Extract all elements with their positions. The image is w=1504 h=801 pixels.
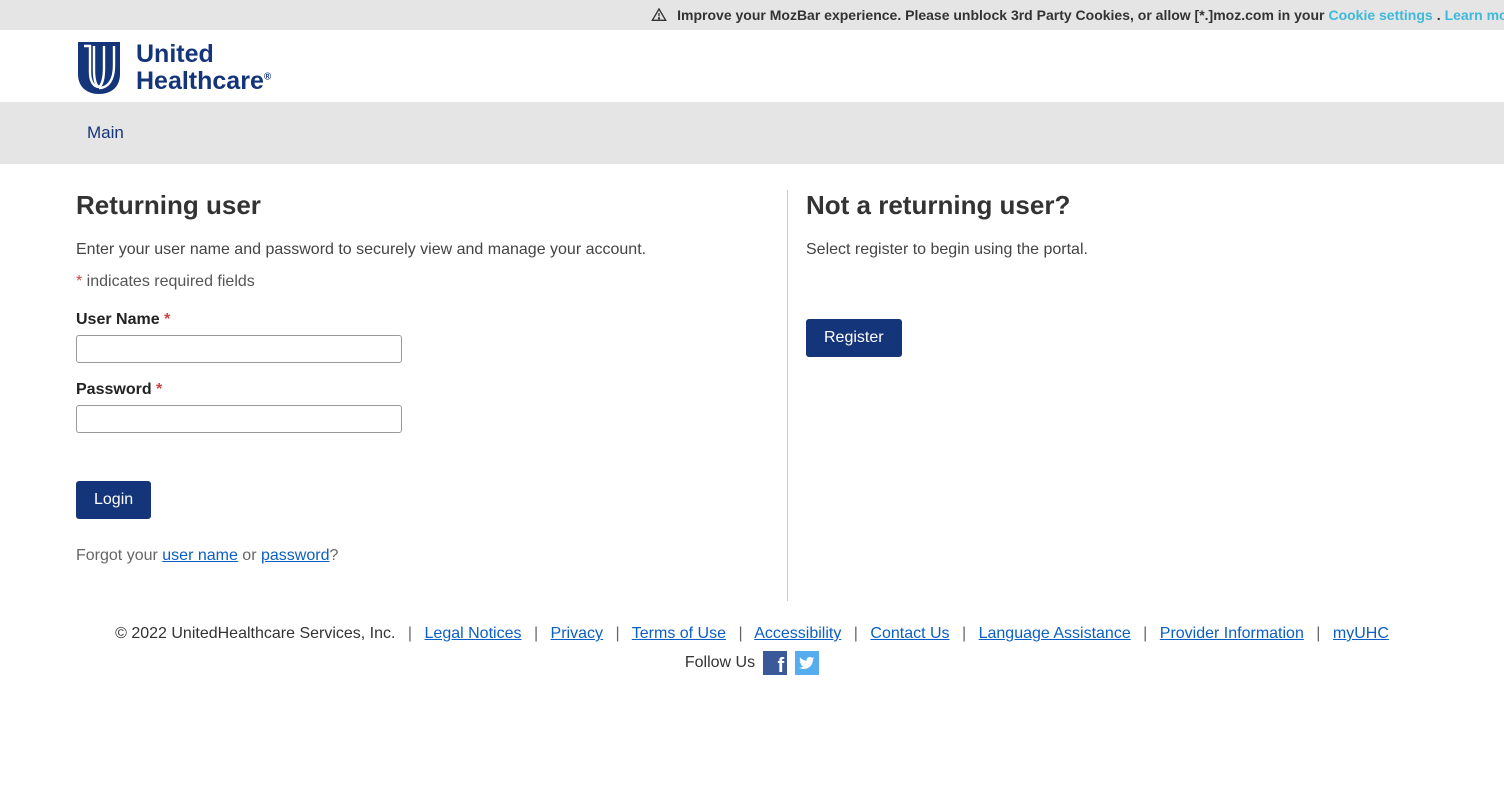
facebook-icon[interactable] xyxy=(763,651,787,675)
primary-nav: Main xyxy=(0,102,1504,164)
separator: | xyxy=(738,625,742,643)
login-intro: Enter your user name and password to sec… xyxy=(76,241,747,259)
username-label-text: User Name xyxy=(76,311,160,328)
brand-line1: United xyxy=(136,40,214,68)
password-label: Password * xyxy=(76,381,162,398)
footer-myuhc-link[interactable]: myUHC xyxy=(1333,625,1389,642)
learn-more-link[interactable]: Learn more xyxy=(1445,7,1504,23)
forgot-line: Forgot your user name or password? xyxy=(76,547,747,565)
register-panel: Not a returning user? Select register to… xyxy=(788,190,1408,601)
required-fields-note: * indicates required fields xyxy=(76,273,747,291)
separator: | xyxy=(962,625,966,643)
separator: | xyxy=(854,625,858,643)
password-input[interactable] xyxy=(76,405,402,433)
mozbar-text: Improve your MozBar experience. Please u… xyxy=(677,7,1324,23)
footer-legal-link[interactable]: Legal Notices xyxy=(425,625,522,642)
separator: | xyxy=(534,625,538,643)
register-button[interactable]: Register xyxy=(806,319,902,357)
footer-contact-link[interactable]: Contact Us xyxy=(870,625,949,642)
username-label: User Name * xyxy=(76,311,170,328)
asterisk-icon: * xyxy=(156,381,162,398)
register-heading: Not a returning user? xyxy=(806,190,1408,221)
forgot-password-link[interactable]: password xyxy=(261,547,329,564)
login-button[interactable]: Login xyxy=(76,481,151,519)
asterisk-icon: * xyxy=(164,311,170,328)
separator: | xyxy=(1316,625,1320,643)
mozbar-dot: . xyxy=(1437,7,1441,23)
logo[interactable]: United Healthcare® xyxy=(76,40,1504,96)
separator: | xyxy=(1143,625,1147,643)
cookie-settings-link[interactable]: Cookie settings xyxy=(1328,7,1432,23)
username-input[interactable] xyxy=(76,335,402,363)
warning-icon xyxy=(651,7,667,23)
footer-provider-link[interactable]: Provider Information xyxy=(1160,625,1304,642)
uhc-shield-icon xyxy=(76,40,122,96)
password-label-text: Password xyxy=(76,381,152,398)
twitter-icon[interactable] xyxy=(795,651,819,675)
mozbar-notice: Improve your MozBar experience. Please u… xyxy=(0,0,1504,30)
copyright-text: © 2022 UnitedHealthcare Services, Inc. xyxy=(115,625,395,642)
forgot-username-link[interactable]: user name xyxy=(162,547,238,564)
register-intro: Select register to begin using the porta… xyxy=(806,241,1408,259)
login-panel: Returning user Enter your user name and … xyxy=(76,190,788,601)
nav-main-link[interactable]: Main xyxy=(87,123,124,143)
separator: | xyxy=(615,625,619,643)
required-note-text: indicates required fields xyxy=(82,273,255,290)
forgot-or: or xyxy=(238,547,261,564)
footer-terms-link[interactable]: Terms of Use xyxy=(632,625,726,642)
username-field: User Name * xyxy=(76,311,747,363)
site-footer: © 2022 UnitedHealthcare Services, Inc. |… xyxy=(0,601,1504,675)
brand-line2: Healthcare xyxy=(136,67,264,95)
login-heading: Returning user xyxy=(76,190,747,221)
password-field: Password * xyxy=(76,381,747,433)
forgot-prefix: Forgot your xyxy=(76,547,162,564)
site-header: United Healthcare® xyxy=(0,30,1504,102)
logo-text: United Healthcare® xyxy=(136,41,271,96)
footer-language-link[interactable]: Language Assistance xyxy=(979,625,1131,642)
separator: | xyxy=(408,625,412,643)
follow-us-label: Follow Us xyxy=(685,654,755,672)
footer-accessibility-link[interactable]: Accessibility xyxy=(754,625,841,642)
footer-privacy-link[interactable]: Privacy xyxy=(551,625,603,642)
forgot-suffix: ? xyxy=(329,547,338,564)
